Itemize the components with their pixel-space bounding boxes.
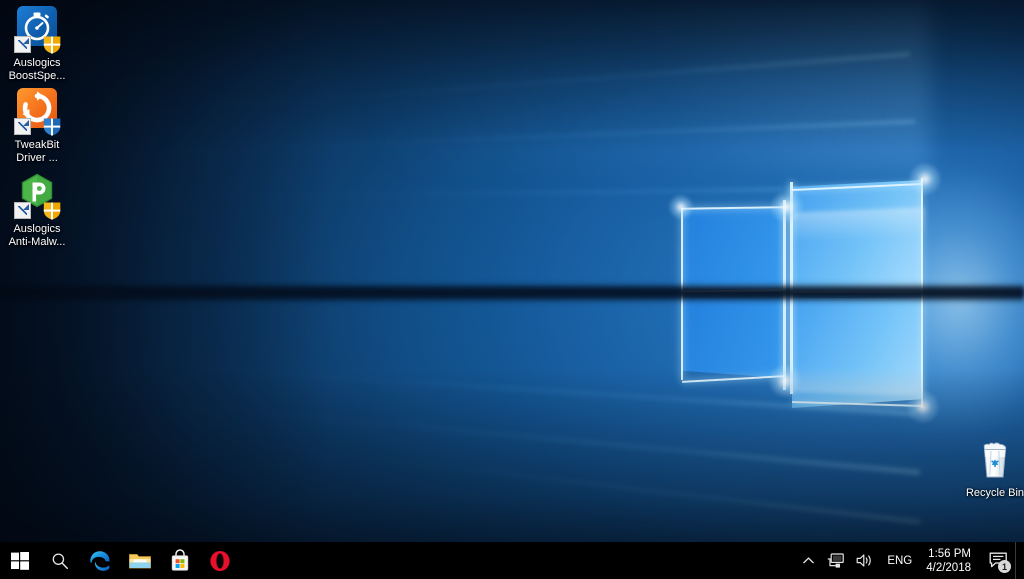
network-monitor-icon bbox=[828, 553, 845, 568]
store-bag-icon bbox=[171, 548, 189, 571]
desktop-icon-label: TweakBit Driver ... bbox=[0, 139, 74, 164]
shield-badge-icon bbox=[42, 201, 62, 221]
label-line-1: Auslogics bbox=[13, 223, 61, 235]
taskbar-clock[interactable]: 1:56 PM 4/2/2018 bbox=[920, 542, 981, 579]
windows-logo-icon bbox=[11, 551, 29, 570]
chevron-up-icon bbox=[803, 556, 815, 563]
clock-time: 1:56 PM bbox=[928, 547, 971, 560]
start-button[interactable] bbox=[0, 542, 40, 579]
desktop-icon-label: Auslogics BoostSpe... bbox=[0, 57, 74, 82]
tray-overflow-button[interactable] bbox=[796, 542, 821, 579]
icon-art bbox=[13, 172, 61, 220]
edge-icon bbox=[90, 550, 110, 571]
recycle-bin-icon bbox=[983, 442, 1007, 478]
tray-network-button[interactable] bbox=[821, 542, 850, 579]
label-line-2: Driver ... bbox=[16, 151, 58, 164]
opera-icon bbox=[210, 550, 230, 571]
shield-badge-icon bbox=[42, 117, 62, 137]
taskbar-item-opera[interactable] bbox=[200, 542, 240, 579]
speaker-icon bbox=[856, 554, 872, 567]
shortcut-arrow-icon bbox=[14, 118, 31, 135]
shield-badge-icon bbox=[42, 35, 62, 55]
desktop-wallpaper[interactable] bbox=[0, 0, 1024, 579]
action-center-button[interactable]: 1 bbox=[981, 542, 1015, 579]
desktop-icon-auslogics-boostspeed[interactable]: Auslogics BoostSpe... bbox=[0, 6, 74, 82]
taskbar-item-file-explorer[interactable] bbox=[120, 542, 160, 579]
notification-badge: 1 bbox=[998, 560, 1011, 573]
desktop-icon-label: Auslogics Anti-Malw... bbox=[0, 223, 74, 248]
desktop-icon-auslogics-anti-malware[interactable]: Auslogics Anti-Malw... bbox=[0, 172, 74, 248]
label-line-2: BoostSpe... bbox=[8, 69, 66, 82]
label-line-2: Anti-Malw... bbox=[8, 235, 66, 248]
search-icon bbox=[52, 552, 68, 569]
wallpaper-vignette bbox=[0, 0, 1024, 579]
taskbar-item-microsoft-edge[interactable] bbox=[80, 542, 120, 579]
label-line-1: Auslogics bbox=[13, 57, 61, 69]
taskbar-item-microsoft-store[interactable] bbox=[160, 542, 200, 579]
system-tray: ENG 1:56 PM 4/2/2018 1 bbox=[796, 542, 1024, 579]
icon-art bbox=[971, 436, 1019, 484]
search-button[interactable] bbox=[40, 542, 80, 579]
desktop-screen: Auslogics BoostSpe... TweakBit Driver ..… bbox=[0, 0, 1024, 579]
desktop-icon-recycle-bin[interactable]: Recycle Bin bbox=[958, 436, 1024, 500]
label-line-1: TweakBit bbox=[14, 139, 60, 151]
desktop-icon-tweakbit-driver-updater[interactable]: TweakBit Driver ... bbox=[0, 88, 74, 164]
taskbar-pinned-group bbox=[0, 542, 240, 579]
taskbar: ENG 1:56 PM 4/2/2018 1 bbox=[0, 542, 1024, 579]
show-desktop-button[interactable] bbox=[1015, 542, 1024, 579]
clock-date: 4/2/2018 bbox=[926, 561, 971, 574]
tray-language-indicator[interactable]: ENG bbox=[879, 542, 920, 579]
icon-art bbox=[13, 88, 61, 136]
folder-icon bbox=[129, 553, 151, 568]
shortcut-arrow-icon bbox=[14, 36, 31, 53]
shortcut-arrow-icon bbox=[14, 202, 31, 219]
tray-volume-button[interactable] bbox=[850, 542, 879, 579]
icon-art bbox=[13, 6, 61, 54]
desktop-icon-label: Recycle Bin bbox=[965, 487, 1024, 499]
